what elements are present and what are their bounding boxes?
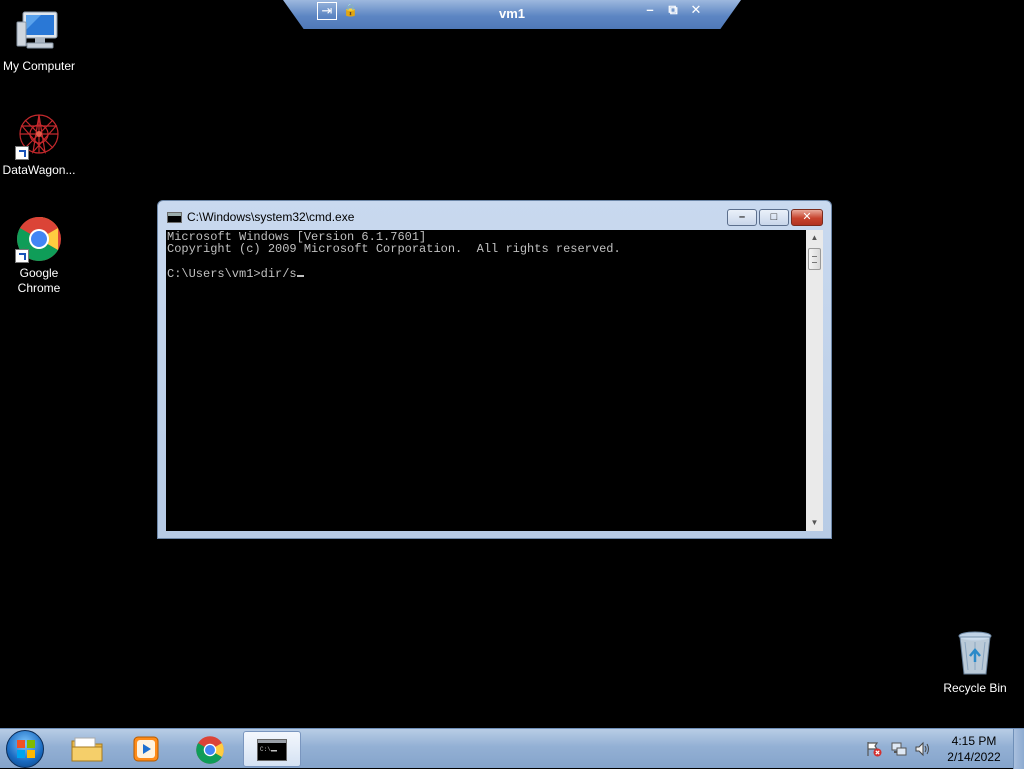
clock-time: 4:15 PM bbox=[951, 734, 997, 748]
taskbar-item-windows-explorer[interactable] bbox=[58, 731, 116, 767]
maximize-icon: □ bbox=[770, 211, 778, 223]
window-title: C:\Windows\system32\cmd.exe bbox=[187, 210, 355, 224]
desktop-icon-label: My Computer bbox=[2, 59, 76, 73]
remote-restore-button[interactable]: ⧉ bbox=[665, 2, 681, 18]
taskbar-item-command-prompt[interactable]: C:\ bbox=[243, 731, 301, 767]
recycle-bin-icon bbox=[951, 630, 999, 678]
scrollbar-thumb[interactable] bbox=[808, 248, 821, 270]
scroll-up-arrow-icon[interactable]: ▲ bbox=[806, 230, 823, 246]
desktop-icon-google-chrome[interactable]: Google Chrome bbox=[0, 215, 78, 296]
text-cursor bbox=[296, 275, 304, 278]
desktop-icon-recycle-bin[interactable]: Recycle Bin bbox=[936, 630, 1014, 696]
folder-icon bbox=[71, 737, 103, 762]
console-line: Copyright (c) 2009 Microsoft Corporation… bbox=[167, 242, 621, 257]
remote-connection-bar: ⇥ 🔒 vm1 – ⧉ ✕ bbox=[283, 0, 741, 29]
cmd-icon: C:\ bbox=[257, 739, 287, 761]
desktop-icon-my-computer[interactable]: My Computer bbox=[0, 8, 78, 74]
desktop-icon-label: Google Chrome bbox=[17, 266, 61, 295]
taskbar-clock[interactable]: 4:15 PM 2/14/2022 bbox=[938, 733, 1010, 765]
window-titlebar[interactable]: C:\Windows\system32\cmd.exe – □ ✕ bbox=[158, 201, 831, 229]
cmd-window: C:\Windows\system32\cmd.exe – □ ✕ Micros… bbox=[157, 200, 832, 539]
vertical-scrollbar[interactable]: ▲ ▼ bbox=[806, 230, 823, 531]
taskbar: C:\ 4:15 PM 2/14/2022 bbox=[0, 728, 1024, 769]
maximize-button[interactable]: □ bbox=[759, 209, 789, 226]
shortcut-arrow-icon bbox=[15, 146, 29, 160]
media-player-icon bbox=[133, 736, 159, 762]
taskbar-item-google-chrome[interactable] bbox=[181, 731, 239, 767]
chrome-icon bbox=[196, 736, 224, 764]
desktop-icon-label: Recycle Bin bbox=[943, 681, 1007, 695]
close-button[interactable]: ✕ bbox=[791, 209, 823, 226]
scroll-down-arrow-icon[interactable]: ▼ bbox=[806, 515, 823, 531]
remote-close-button[interactable]: ✕ bbox=[688, 2, 704, 18]
computer-icon bbox=[15, 8, 63, 56]
volume-icon[interactable] bbox=[915, 741, 931, 757]
chrome-icon bbox=[15, 215, 63, 263]
windows-logo-icon bbox=[17, 740, 35, 758]
console-prompt-line: C:\Users\vm1>dir/s bbox=[167, 268, 806, 280]
minimize-icon: – bbox=[738, 211, 746, 223]
datawagon-icon bbox=[15, 112, 63, 160]
console-command: C:\Users\vm1>dir/s bbox=[167, 267, 297, 282]
remote-minimize-button[interactable]: – bbox=[642, 2, 658, 17]
desktop-icon-label: DataWagon... bbox=[2, 163, 76, 177]
svg-text:C:\: C:\ bbox=[260, 746, 271, 753]
action-center-icon[interactable] bbox=[866, 741, 882, 757]
console-output[interactable]: Microsoft Windows [Version 6.1.7601] Copy… bbox=[166, 230, 806, 531]
desktop-icon-datawagon[interactable]: DataWagon... bbox=[0, 112, 78, 178]
show-desktop-button[interactable] bbox=[1013, 729, 1024, 769]
clock-date: 2/14/2022 bbox=[947, 750, 1001, 764]
close-icon: ✕ bbox=[802, 211, 812, 223]
cmd-icon[interactable] bbox=[167, 212, 182, 223]
start-button[interactable] bbox=[6, 730, 44, 768]
taskbar-item-media-player[interactable] bbox=[118, 731, 176, 767]
network-icon[interactable] bbox=[891, 741, 907, 757]
minimize-button[interactable]: – bbox=[727, 209, 757, 226]
shortcut-arrow-icon bbox=[15, 249, 29, 263]
